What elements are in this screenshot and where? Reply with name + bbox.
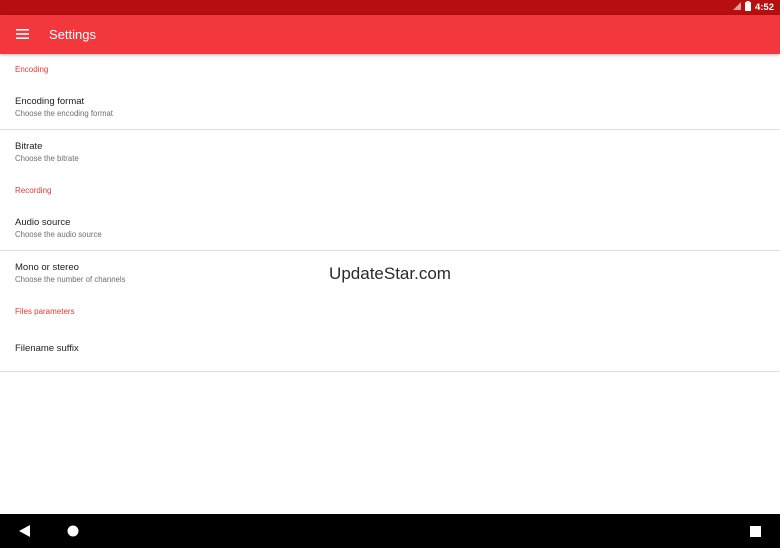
section-header-files-parameters: Files parameters [15, 307, 75, 316]
pref-audio-source[interactable]: Audio source Choose the audio source [0, 206, 780, 251]
home-icon[interactable] [64, 522, 82, 540]
watermark-text: UpdateStar.com [329, 264, 451, 283]
pref-summary: Choose the audio source [15, 229, 102, 239]
signal-icon [732, 2, 741, 13]
pref-title: Bitrate [15, 141, 43, 152]
pref-encoding-format[interactable]: Encoding format Choose the encoding form… [0, 85, 780, 130]
pref-bitrate[interactable]: Bitrate Choose the bitrate [0, 130, 780, 175]
pref-title: Audio source [15, 216, 71, 228]
status-icons: 4:52 [732, 0, 774, 15]
status-time: 4:52 [754, 2, 774, 13]
pref-title: Encoding format [15, 95, 85, 107]
battery-icon [744, 1, 751, 14]
section-header-recording: Recording [15, 186, 52, 195]
page-title: Settings [49, 27, 96, 42]
app-toolbar: Settings [0, 15, 780, 54]
recents-icon[interactable] [746, 522, 764, 540]
pref-summary: Choose the encoding format [15, 108, 113, 118]
pref-filename-suffix[interactable]: Filename suffix [0, 327, 780, 372]
pref-summary: Choose the bitrate [15, 154, 79, 163]
settings-list: Encoding Encoding format Choose the enco… [0, 54, 780, 372]
hamburger-menu-icon[interactable] [11, 23, 33, 45]
section-header-encoding: Encoding [15, 65, 49, 74]
back-icon[interactable] [15, 522, 33, 540]
status-bar: 4:52 [0, 0, 780, 15]
navigation-bar [0, 514, 780, 548]
pref-title: Filename suffix [15, 343, 79, 354]
